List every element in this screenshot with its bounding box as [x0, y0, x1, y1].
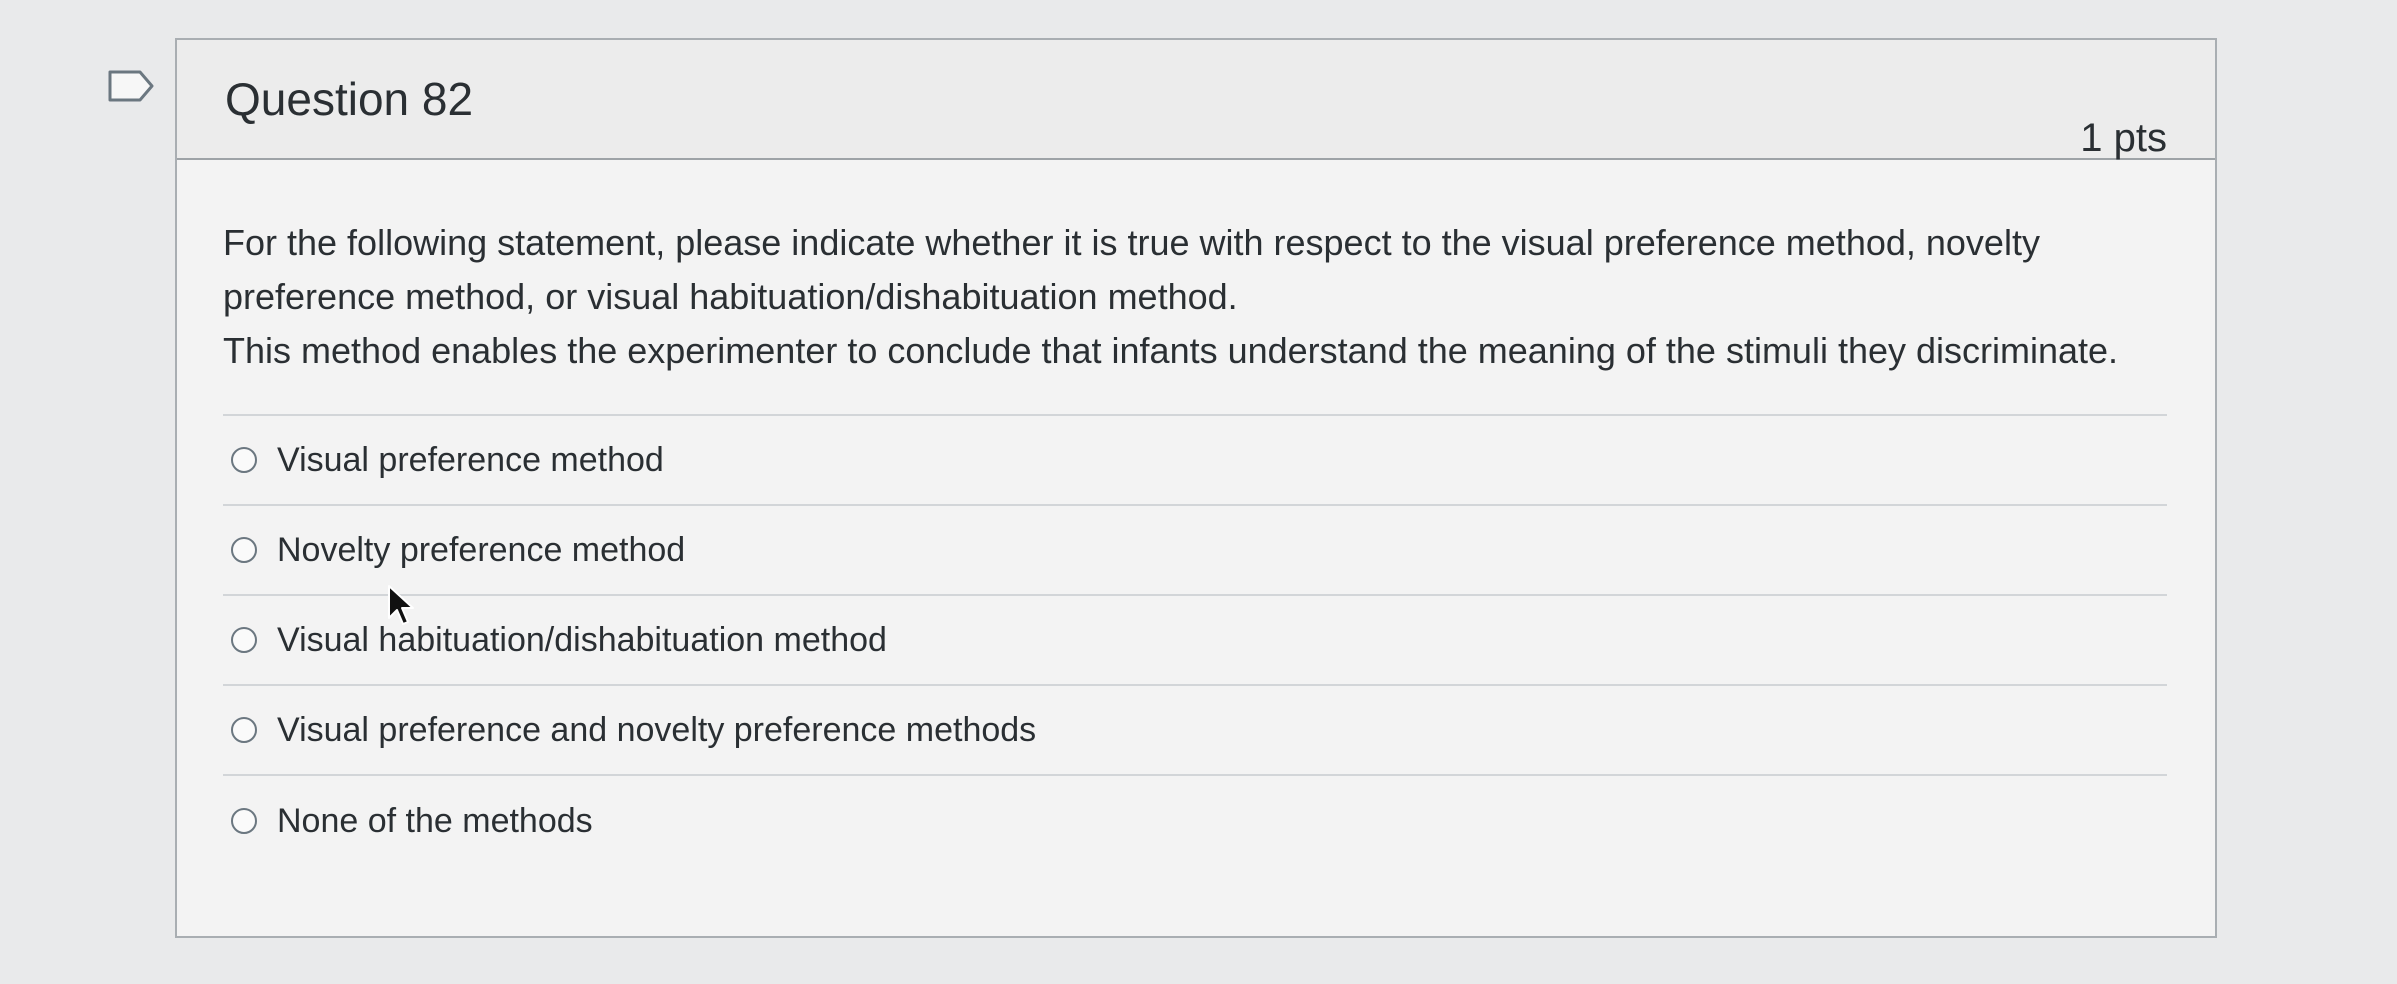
answer-label: Visual habituation/dishabituation method [277, 620, 887, 659]
question-body: For the following statement, please indi… [177, 160, 2215, 866]
question-card: Question 82 1 pts For the following stat… [175, 38, 2217, 938]
flag-icon[interactable] [106, 68, 156, 104]
answer-list: Visual preference method Novelty prefere… [223, 414, 2167, 866]
question-prompt: For the following statement, please indi… [223, 216, 2167, 378]
answer-label: Visual preference and novelty preference… [277, 710, 1037, 749]
answer-option[interactable]: Visual habituation/dishabituation method [223, 596, 2167, 686]
answer-option[interactable]: Novelty preference method [223, 506, 2167, 596]
answer-option[interactable]: Visual preference and novelty preference… [223, 686, 2167, 776]
answer-option[interactable]: None of the methods [223, 776, 2167, 866]
question-header: Question 82 1 pts [177, 40, 2215, 160]
question-points: 1 pts [2080, 116, 2167, 160]
radio-button[interactable] [231, 537, 257, 563]
answer-label: Visual preference method [277, 440, 664, 479]
prompt-statement: This method enables the experimenter to … [223, 330, 2119, 371]
radio-button[interactable] [231, 627, 257, 653]
prompt-instructions: For the following statement, please indi… [223, 222, 2040, 317]
mouse-pointer-icon [388, 585, 414, 625]
radio-button[interactable] [231, 447, 257, 473]
radio-button[interactable] [231, 808, 257, 834]
answer-option[interactable]: Visual preference method [223, 416, 2167, 506]
answer-label: None of the methods [277, 801, 593, 840]
radio-button[interactable] [231, 717, 257, 743]
question-title: Question 82 [225, 73, 474, 125]
answer-label: Novelty preference method [277, 530, 686, 569]
